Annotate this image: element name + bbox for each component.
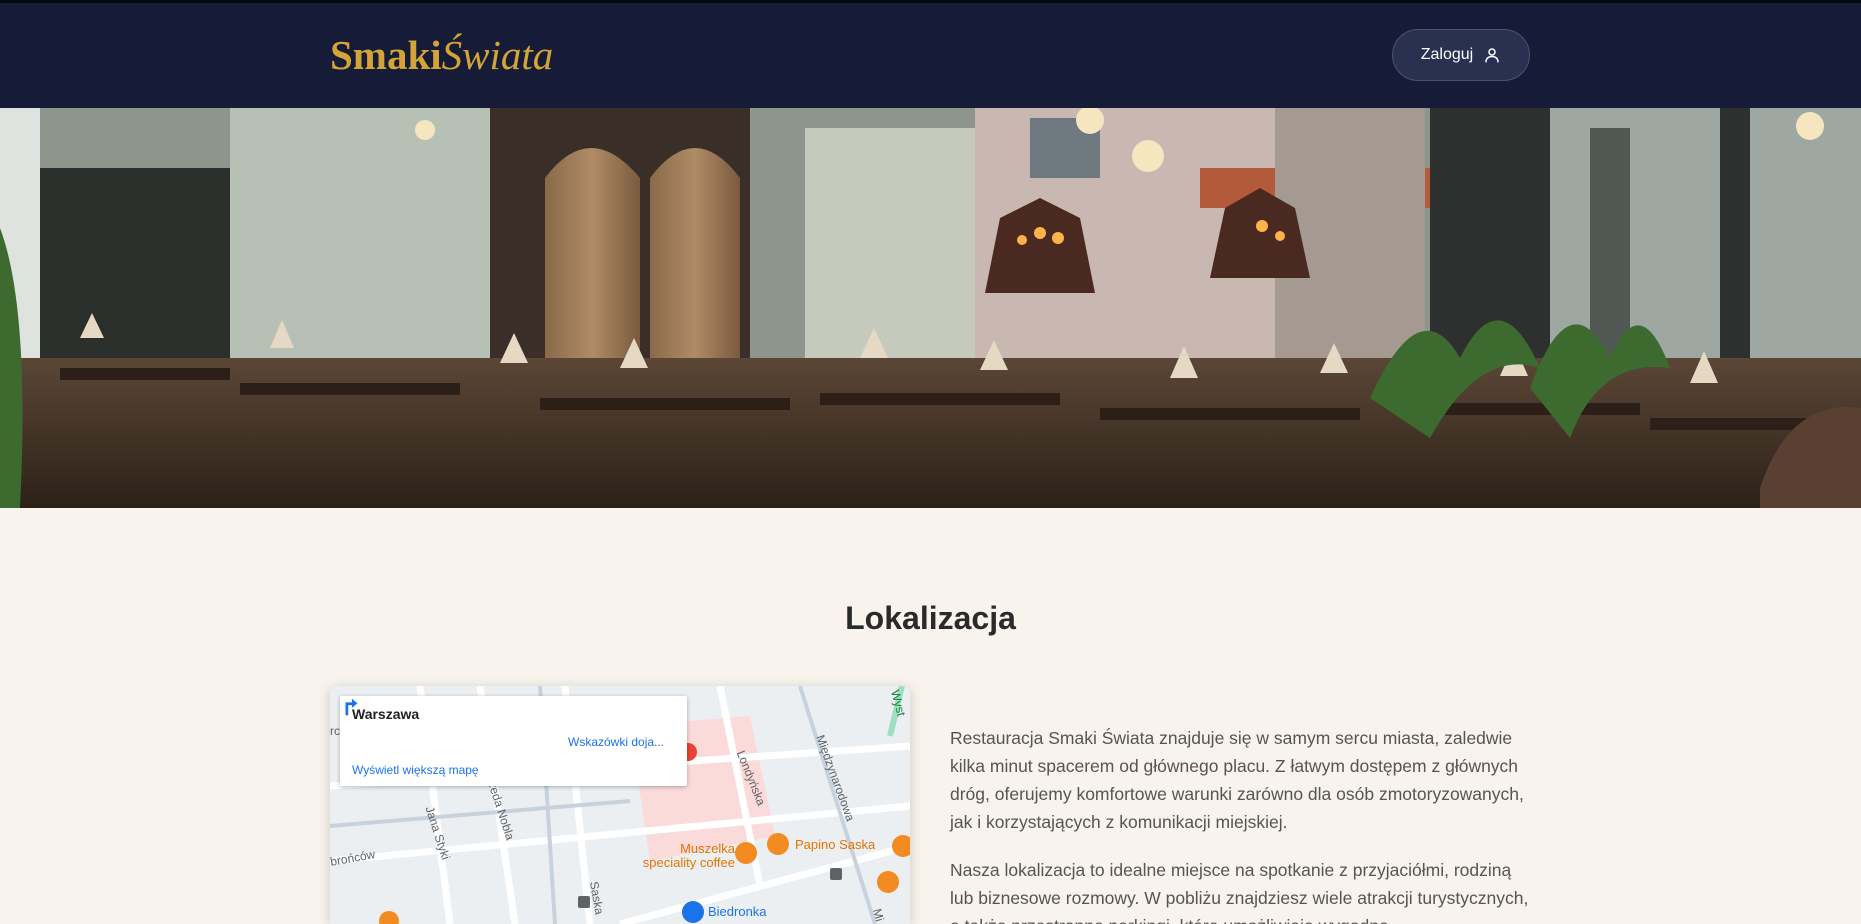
location-section: Lokalizacja Jana Styki Alfreda Nobla Lon… xyxy=(0,508,1861,924)
logo-italic-text: Świata xyxy=(441,32,554,78)
site-header: SmakiŚwiata Zaloguj xyxy=(0,3,1861,108)
street-label: rc xyxy=(330,724,340,738)
map-info-card: Warszawa Wskazówki doja... Wyświetl więk… xyxy=(340,696,687,786)
login-button[interactable]: Zaloguj xyxy=(1392,29,1530,81)
poi-biedronka[interactable]: Biedronka xyxy=(708,904,767,919)
map-place-name: Warszawa xyxy=(352,706,420,722)
poi-muszelka[interactable]: Muszelka speciality coffee xyxy=(630,842,735,870)
google-map[interactable]: Jana Styki Alfreda Nobla Londyńska Międz… xyxy=(330,686,910,924)
description-paragraph: Nasza lokalizacja to idealne miejsce na … xyxy=(950,860,1529,924)
login-label: Zaloguj xyxy=(1420,46,1474,63)
logo-bold-text: Smaki xyxy=(330,32,442,78)
poi-papino-saska[interactable]: Papino Saska xyxy=(795,837,875,852)
restaurant-interior-photo xyxy=(0,108,1861,508)
description-paragraph: Restauracja Smaki Świata znajduje się w … xyxy=(950,728,1524,832)
location-description: Restauracja Smaki Świata znajduje się w … xyxy=(950,724,1530,924)
bigger-map-link[interactable]: Wyświetl większą mapę xyxy=(352,763,479,777)
user-icon xyxy=(1485,48,1499,63)
section-title: Lokalizacja xyxy=(845,600,1016,636)
site-logo[interactable]: SmakiŚwiata xyxy=(330,31,553,79)
directions-link[interactable]: Wskazówki doja... xyxy=(568,735,664,749)
directions-icon[interactable] xyxy=(340,696,362,718)
hero-image xyxy=(0,108,1861,508)
